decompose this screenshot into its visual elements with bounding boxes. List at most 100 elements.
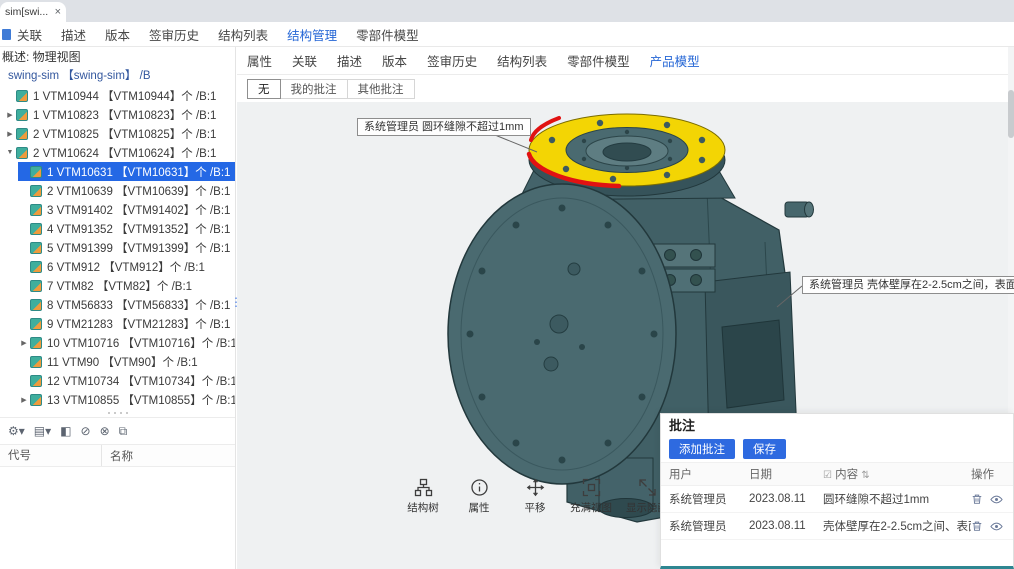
root-node-label: swing-sim 【swing-sim】 /B bbox=[8, 70, 151, 82]
settings-dropdown-icon[interactable]: ⚙▾ bbox=[8, 425, 25, 437]
tree-columns: 代号名称 bbox=[0, 445, 235, 467]
comments-panel-title: 批注 bbox=[661, 414, 1013, 438]
tree-item-15[interactable]: 12 VTM10734 【VTM10734】个 /B:1 bbox=[18, 371, 235, 390]
annotation-callout[interactable]: 系统管理员 壳体壁厚在2-2.5cm之间，表面光滑无磨痕 bbox=[802, 276, 1014, 294]
tab-6[interactable]: 零部件模型 bbox=[567, 51, 630, 70]
comments-panel: 批注 添加批注 保存 用户日期☑ 内容 ⇅操作 系统管理员2023.08.11圆… bbox=[660, 413, 1014, 569]
filter-group: 无我的批注其他批注 bbox=[237, 75, 1014, 102]
sort-icon[interactable]: ⇅ bbox=[861, 470, 869, 481]
part-icon bbox=[16, 109, 28, 121]
filter-button-2[interactable]: 其他批注 bbox=[347, 79, 415, 99]
expand-arrow-icon[interactable]: ▶ bbox=[4, 111, 16, 119]
tree-item-1[interactable]: ▶ 1 VTM10823 【VTM10823】个 /B:1 bbox=[4, 105, 235, 124]
annotation-text: 系统管理员 壳体壁厚在2-2.5cm之间，表面光滑无磨痕 bbox=[809, 279, 1014, 291]
toolbar-label: 充满视图 bbox=[570, 500, 612, 515]
tree-item-6[interactable]: 3 VTM91402 【VTM91402】个 /B:1 bbox=[18, 200, 235, 219]
part-icon bbox=[16, 90, 28, 102]
expand-arrow-icon[interactable]: ▶ bbox=[4, 130, 16, 138]
display-mode-dropdown-icon[interactable]: ▤▾ bbox=[34, 425, 51, 437]
annotation-callout[interactable]: 系统管理员 圆环缝隙不超过1mm bbox=[357, 118, 531, 136]
tree-item-9[interactable]: 6 VTM912 【VTM912】个 /B:1 bbox=[18, 257, 235, 276]
comment-row-1: 系统管理员2023.08.11壳体壁厚在2-2.5cm之间、表面光滑无磨痕 bbox=[661, 513, 1013, 540]
menu-item-3[interactable]: 签审历史 bbox=[149, 25, 199, 44]
pan-button[interactable]: 平移 bbox=[512, 478, 558, 515]
filter-button-1[interactable]: 我的批注 bbox=[280, 79, 348, 99]
pan-icon bbox=[526, 478, 545, 497]
tree-item-8[interactable]: 5 VTM91399 【VTM91399】个 /B:1 bbox=[18, 238, 235, 257]
delete-comment-icon[interactable] bbox=[971, 520, 983, 532]
tree-item-16[interactable]: ▶ 13 VTM10855 【VTM10855】个 /B:1 bbox=[18, 390, 235, 409]
add-comment-button[interactable]: 添加批注 bbox=[669, 439, 735, 459]
menu-item-0[interactable]: 关联 bbox=[17, 25, 42, 44]
tab-close-icon[interactable]: × bbox=[55, 6, 61, 18]
tree-column-header-1: 名称 bbox=[102, 448, 133, 464]
delete-comment-icon[interactable] bbox=[971, 493, 983, 505]
tree-item-label: 8 VTM56833 【VTM56833】个 /B:1 bbox=[47, 297, 230, 313]
tree-item-2[interactable]: ▶ 2 VTM10825 【VTM10825】个 /B:1 bbox=[4, 124, 235, 143]
comments-buttons: 添加批注 保存 bbox=[661, 438, 1013, 462]
tree-item-4[interactable]: 1 VTM10631 【VTM10631】个 /B:1 bbox=[18, 162, 235, 181]
browser-tab-title: sim[swi... bbox=[5, 6, 48, 18]
save-comment-button[interactable]: 保存 bbox=[743, 439, 786, 459]
checkbox-icon[interactable]: ☑ bbox=[823, 470, 832, 481]
comment-actions bbox=[971, 520, 1013, 533]
annotation-text: 系统管理员 圆环缝隙不超过1mm bbox=[364, 121, 524, 133]
tab-3[interactable]: 版本 bbox=[382, 51, 407, 70]
browser-tab-bar: sim[swi... × bbox=[0, 0, 1014, 22]
tree-item-5[interactable]: 2 VTM10639 【VTM10639】个 /B:1 bbox=[18, 181, 235, 200]
expand-arrow-icon[interactable]: ▶ bbox=[18, 339, 30, 347]
filter-button-0[interactable]: 无 bbox=[247, 79, 281, 99]
menu-item-5[interactable]: 结构管理 bbox=[287, 25, 337, 44]
menu-item-2[interactable]: 版本 bbox=[105, 25, 130, 44]
part-icon bbox=[30, 204, 42, 216]
tree-item-label: 13 VTM10855 【VTM10855】个 /B:1 bbox=[47, 392, 235, 408]
tree-item-3[interactable]: ▼2 VTM10624 【VTM10624】个 /B:1 bbox=[4, 143, 235, 162]
browser-tab[interactable]: sim[swi... × bbox=[0, 2, 66, 22]
view-comment-icon[interactable] bbox=[990, 493, 1003, 506]
fit-view-icon bbox=[582, 478, 601, 497]
tab-5[interactable]: 结构列表 bbox=[497, 51, 547, 70]
tree-item-0[interactable]: 1 VTM10944 【VTM10944】个 /B:1 bbox=[4, 86, 235, 105]
tree-item-label: 6 VTM912 【VTM912】个 /B:1 bbox=[47, 259, 205, 275]
tab-7[interactable]: 产品模型 bbox=[650, 51, 700, 70]
tree-item-7[interactable]: 4 VTM91352 【VTM91352】个 /B:1 bbox=[18, 219, 235, 238]
clear-icon[interactable]: ⊘ bbox=[81, 425, 91, 437]
properties-button[interactable]: 属性 bbox=[456, 478, 502, 515]
tree-item-label: 9 VTM21283 【VTM21283】个 /B:1 bbox=[47, 316, 230, 332]
structure-tree-button[interactable]: 结构树 bbox=[400, 478, 446, 515]
menu-item-1[interactable]: 描述 bbox=[61, 25, 86, 44]
tree-item-12[interactable]: 9 VTM21283 【VTM21283】个 /B:1 bbox=[18, 314, 235, 333]
menu-item-4[interactable]: 结构列表 bbox=[218, 25, 268, 44]
scrollbar-thumb[interactable] bbox=[1008, 90, 1014, 138]
panel-resize-handle[interactable]: ⋮ bbox=[230, 298, 238, 326]
copy-icon[interactable]: ⧉ bbox=[119, 425, 128, 437]
tab-4[interactable]: 签审历史 bbox=[427, 51, 477, 70]
tree-item-11[interactable]: 8 VTM56833 【VTM56833】个 /B:1 bbox=[18, 295, 235, 314]
tree-item-13[interactable]: ▶ 10 VTM10716 【VTM10716】个 /B:1 bbox=[18, 333, 235, 352]
comment-content: 壳体壁厚在2-2.5cm之间、表面光滑无磨痕 bbox=[823, 518, 971, 534]
part-icon bbox=[30, 337, 42, 349]
bookmark-icon[interactable]: ◧ bbox=[60, 425, 71, 437]
menu-item-6[interactable]: 零部件模型 bbox=[356, 25, 419, 44]
tree-item-label: 1 VTM10823 【VTM10823】个 /B:1 bbox=[33, 107, 216, 123]
tree-item-label: 2 VTM10639 【VTM10639】个 /B:1 bbox=[47, 183, 230, 199]
expand-arrow-icon[interactable]: ▼ bbox=[4, 149, 16, 156]
part-icon bbox=[30, 261, 42, 273]
structure-panel: 概述: 物理视图 swing-sim 【swing-sim】 /B 1 VTM1… bbox=[0, 47, 236, 569]
tree-item-label: 2 VTM10825 【VTM10825】个 /B:1 bbox=[33, 126, 216, 142]
remove-icon[interactable]: ⊗ bbox=[100, 425, 110, 437]
app-icon bbox=[2, 29, 11, 40]
expand-arrow-icon[interactable]: ▶ bbox=[18, 396, 30, 404]
tree-item-label: 10 VTM10716 【VTM10716】个 /B:1 bbox=[47, 335, 235, 351]
tab-0[interactable]: 属性 bbox=[247, 51, 272, 70]
tree-item-10[interactable]: 7 VTM82 【VTM82】个 /B:1 bbox=[18, 276, 235, 295]
tree-item-14[interactable]: 11 VTM90 【VTM90】个 /B:1 bbox=[18, 352, 235, 371]
view-comment-icon[interactable] bbox=[990, 520, 1003, 533]
tab-2[interactable]: 描述 bbox=[337, 51, 362, 70]
info-icon bbox=[470, 478, 489, 497]
tree-splitter[interactable] bbox=[0, 409, 235, 417]
root-node[interactable]: swing-sim 【swing-sim】 /B bbox=[0, 67, 235, 86]
part-icon bbox=[30, 280, 42, 292]
tab-1[interactable]: 关联 bbox=[292, 51, 317, 70]
fit-view-button[interactable]: 充满视图 bbox=[568, 478, 614, 515]
